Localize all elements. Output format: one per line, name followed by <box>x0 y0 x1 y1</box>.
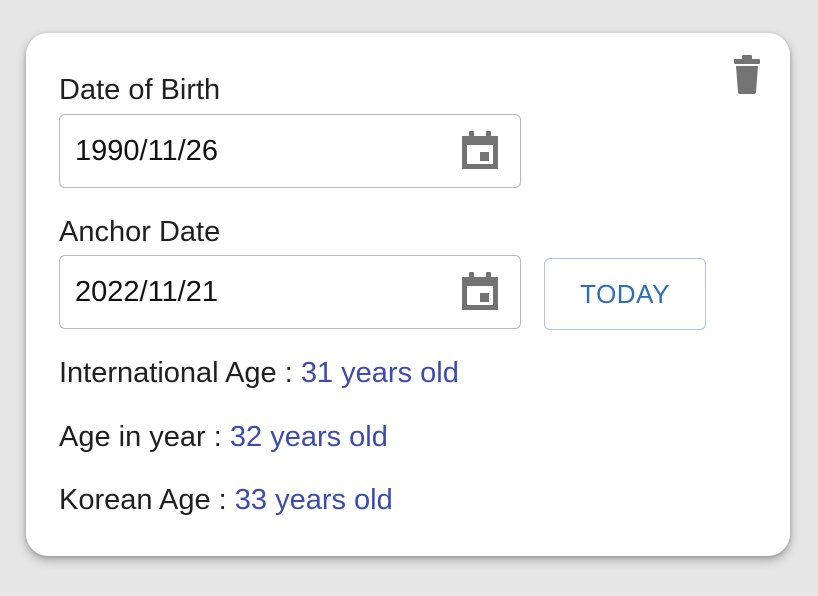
korean-age-row: Korean Age : 33 years old <box>59 483 393 517</box>
trash-icon[interactable] <box>732 55 762 95</box>
anchor-date-field[interactable]: 2022/11/21 <box>59 255 521 329</box>
age-in-year-label: Age in year : <box>59 421 230 453</box>
today-button[interactable]: TODAY <box>544 258 706 330</box>
korean-age-value: 33 years old <box>234 484 393 516</box>
international-age-row: International Age : 31 years old <box>59 356 459 390</box>
calendar-icon[interactable] <box>460 131 500 171</box>
korean-age-label: Korean Age : <box>59 484 235 516</box>
date-of-birth-value: 1990/11/26 <box>75 135 218 167</box>
international-age-label: International Age : <box>59 357 301 389</box>
age-in-year-row: Age in year : 32 years old <box>59 420 388 454</box>
age-calculator-card: Date of Birth 1990/11/26 Anchor Date 202… <box>26 33 790 556</box>
calendar-icon[interactable] <box>460 272 500 312</box>
age-in-year-value: 32 years old <box>229 421 388 453</box>
date-of-birth-label: Date of Birth <box>59 74 221 106</box>
date-of-birth-field[interactable]: 1990/11/26 <box>59 114 521 188</box>
anchor-date-label: Anchor Date <box>59 216 221 248</box>
international-age-value: 31 years old <box>300 357 459 389</box>
anchor-date-value: 2022/11/21 <box>75 276 218 308</box>
